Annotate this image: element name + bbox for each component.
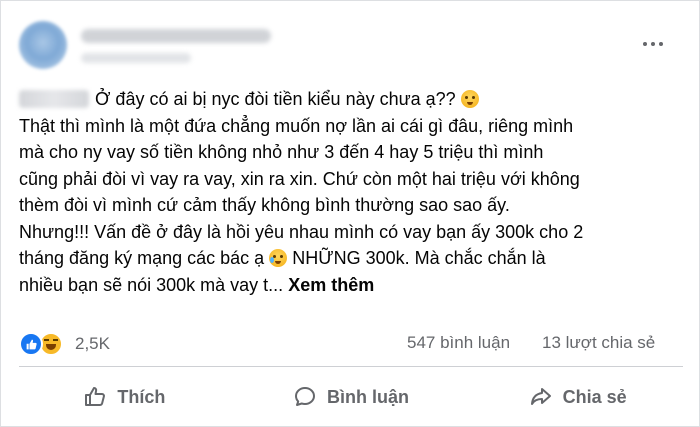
- post-stats: 2,5K 547 bình luận 13 lượt chia sẻ: [1, 321, 700, 365]
- share-label: Chia sẻ: [562, 386, 627, 407]
- see-more-link[interactable]: Xem thêm: [288, 275, 374, 295]
- speech-bubble-icon: [295, 387, 315, 406]
- post-actions: Thích Bình luận Chia sẻ: [11, 371, 691, 423]
- comments-count[interactable]: 547 bình luận: [407, 333, 510, 353]
- comment-button[interactable]: Bình luận: [238, 371, 465, 423]
- post-line: mà cho ny vay số tiền không nhỏ như 3 đế…: [19, 142, 544, 162]
- reaction-count: 2,5K: [75, 334, 110, 353]
- post-meta-redacted: [81, 53, 191, 63]
- redacted-name: [19, 90, 89, 108]
- post-line: Thật thì mình là một đứa chẳng muốn nợ l…: [19, 115, 574, 136]
- post-line: Nhưng!!! Vấn đề ở đây là hồi yêu nhau mì…: [19, 221, 584, 242]
- avatar[interactable]: [19, 21, 67, 69]
- like-label: Thích: [117, 386, 166, 407]
- shares-count[interactable]: 13 lượt chia sẻ: [542, 333, 655, 353]
- author-name-redacted[interactable]: [81, 29, 271, 43]
- post-line: tháng đăng ký mạng các bác ạ NHỮNG 300k.…: [19, 248, 546, 268]
- divider: [19, 366, 683, 367]
- post-line: thèm đòi vì mình cứ cảm thấy không bình …: [19, 195, 510, 215]
- thumbs-up-icon: [85, 387, 106, 406]
- crying-emoji-icon: [460, 90, 479, 108]
- share-button[interactable]: Chia sẻ: [464, 371, 691, 423]
- post-line: nhiều bạn sẽ nói 300k mà vay t... Xem th…: [19, 274, 375, 295]
- facebook-post: Ở đây có ai bị nyc đòi tiền kiểu này chư…: [0, 0, 700, 427]
- post-text: Ở đây có ai bị nyc đòi tiền kiểu này chư…: [19, 86, 684, 298]
- sad-tear-emoji-icon: [269, 249, 288, 267]
- more-options-button[interactable]: [635, 29, 671, 59]
- share-arrow-icon: [530, 388, 551, 405]
- post-line: Ở đây có ai bị nyc đòi tiền kiểu này chư…: [19, 86, 684, 113]
- like-reaction-icon: [19, 332, 43, 356]
- comment-label: Bình luận: [327, 386, 409, 407]
- post-header: [1, 1, 700, 87]
- like-button[interactable]: Thích: [11, 371, 238, 423]
- post-line: cũng phải đòi vì vay ra vay, xin ra xin.…: [19, 168, 580, 189]
- reactions-summary[interactable]: 2,5K: [19, 331, 110, 357]
- more-dots-icon: [643, 42, 647, 46]
